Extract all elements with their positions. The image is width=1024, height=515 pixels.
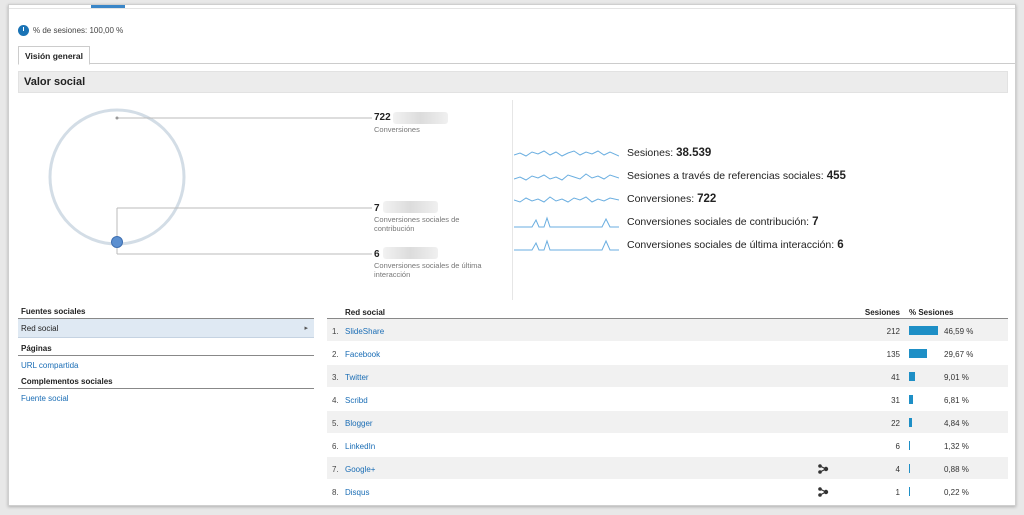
metric-sessions: Sesiones: 38.539 — [514, 146, 711, 160]
assisted-conversions-value: 7 — [374, 203, 380, 214]
social-conversion-dot — [111, 236, 123, 248]
social-network-table: Red social Sesiones % Sesiones 1. SlideSh… — [327, 305, 1008, 503]
network-link[interactable]: Facebook — [345, 350, 380, 359]
network-link[interactable]: LinkedIn — [345, 442, 375, 451]
sessions-value: 31 — [891, 396, 900, 405]
sparkline-last — [514, 239, 619, 251]
row-index: 2. — [332, 350, 339, 359]
row-index: 3. — [332, 373, 339, 382]
sparkline-assisted — [514, 216, 619, 228]
network-link[interactable]: SlideShare — [345, 327, 384, 336]
row-index: 5. — [332, 419, 339, 428]
network-link[interactable]: Twitter — [345, 373, 369, 382]
table-row: 1. SlideShare 212 46,59 % — [327, 319, 1008, 342]
sessions-share-bar — [909, 395, 913, 404]
table-row: 2. Facebook 135 29,67 % — [327, 342, 1008, 365]
sessions-pct: 6,81 % — [944, 396, 969, 405]
table-row: 4. Scribd 31 6,81 % — [327, 388, 1008, 411]
sparkline-social-sessions — [514, 173, 619, 181]
row-index: 1. — [332, 327, 339, 336]
sessions-value: 22 — [891, 419, 900, 428]
sessions-value: 1 — [895, 488, 900, 497]
redacted-blur — [393, 112, 448, 124]
metric-conversions: Conversiones: 722 — [514, 192, 716, 206]
sessions-pct: 46,59 % — [944, 327, 974, 336]
last-conversions-label: Conversiones sociales de última interacc… — [374, 261, 482, 279]
nav-item-shared-url[interactable]: URL compartida — [18, 356, 314, 375]
table-row: 7. Google+ 4 0,88 % — [327, 457, 1008, 480]
sessions-pct: 9,01 % — [944, 373, 969, 382]
assisted-conversions-label: Conversiones sociales de contribución — [374, 215, 460, 233]
sessions-share-bar — [909, 487, 910, 496]
total-conversions-value: 722 — [374, 112, 391, 123]
sessions-value: 212 — [886, 327, 900, 336]
sessions-pct: 4,84 % — [944, 419, 969, 428]
sessions-share-bar — [909, 326, 938, 335]
table-row: 6. LinkedIn 6 1,32 % — [327, 434, 1008, 457]
nav-item-social-network[interactable]: Red social ▸ — [18, 319, 314, 338]
table-row: 8. Disqus 1 0,22 % — [327, 480, 1008, 503]
share-icon[interactable] — [818, 487, 829, 497]
sessions-value: 41 — [891, 373, 900, 382]
row-index: 6. — [332, 442, 339, 451]
chevron-right-icon: ▸ — [304, 325, 308, 332]
redacted-blur — [383, 201, 438, 213]
sessions-pct: 0,88 % — [944, 465, 969, 474]
sparkline-conversions — [514, 196, 619, 203]
table-row: 5. Blogger 22 4,84 % — [327, 411, 1008, 434]
last-conversions-value: 6 — [374, 249, 380, 260]
column-header-network[interactable]: Red social — [345, 308, 385, 317]
group-header-pages: Páginas — [18, 342, 314, 356]
sessions-value: 6 — [895, 442, 900, 451]
table-header: Red social Sesiones % Sesiones — [327, 305, 1008, 319]
network-link[interactable]: Scribd — [345, 396, 368, 405]
sessions-value: 4 — [895, 465, 900, 474]
network-link[interactable]: Blogger — [345, 419, 373, 428]
sessions-share-bar — [909, 418, 912, 427]
total-conversions-label: Conversiones — [374, 125, 420, 134]
row-index: 7. — [332, 465, 339, 474]
conversion-diagram — [48, 108, 372, 255]
sessions-share-bar — [909, 464, 910, 473]
group-header-social-sources: Fuentes sociales — [18, 305, 314, 319]
nav-item-social-source[interactable]: Fuente social — [18, 389, 314, 408]
table-row: 3. Twitter 41 9,01 % — [327, 365, 1008, 388]
column-header-sessions[interactable]: Sesiones — [865, 308, 900, 317]
metric-assisted-conversions: Conversiones sociales de contribución: 7 — [514, 215, 819, 229]
sessions-share-bar — [909, 349, 927, 358]
social-value-report: % de sesiones: 100,00 % Visión general V… — [8, 4, 1016, 506]
row-index: 4. — [332, 396, 339, 405]
metric-social-sessions: Sesiones a través de referencias sociale… — [514, 169, 846, 183]
redacted-blur — [383, 247, 438, 259]
sessions-pct: 1,32 % — [944, 442, 969, 451]
sessions-pct: 29,67 % — [944, 350, 974, 359]
table-body: 1. SlideShare 212 46,59 % 2. Facebook 135 29,67… — [327, 319, 1008, 503]
column-header-pct[interactable]: % Sesiones — [909, 308, 953, 317]
sessions-value: 135 — [886, 350, 900, 359]
sessions-pct: 0,22 % — [944, 488, 969, 497]
sessions-share-bar — [909, 372, 915, 381]
sessions-share-bar — [909, 441, 910, 450]
sparkline-sessions — [514, 150, 619, 157]
network-link[interactable]: Disqus — [345, 488, 369, 497]
row-index: 8. — [332, 488, 339, 497]
metric-last-conversions: Conversiones sociales de última interacc… — [514, 238, 844, 252]
social-sources-panel: Fuentes sociales Red social ▸ Páginas UR… — [18, 305, 314, 408]
group-header-social-plugins: Complementos sociales — [18, 375, 314, 389]
network-link[interactable]: Google+ — [345, 465, 375, 474]
share-icon[interactable] — [818, 464, 829, 474]
